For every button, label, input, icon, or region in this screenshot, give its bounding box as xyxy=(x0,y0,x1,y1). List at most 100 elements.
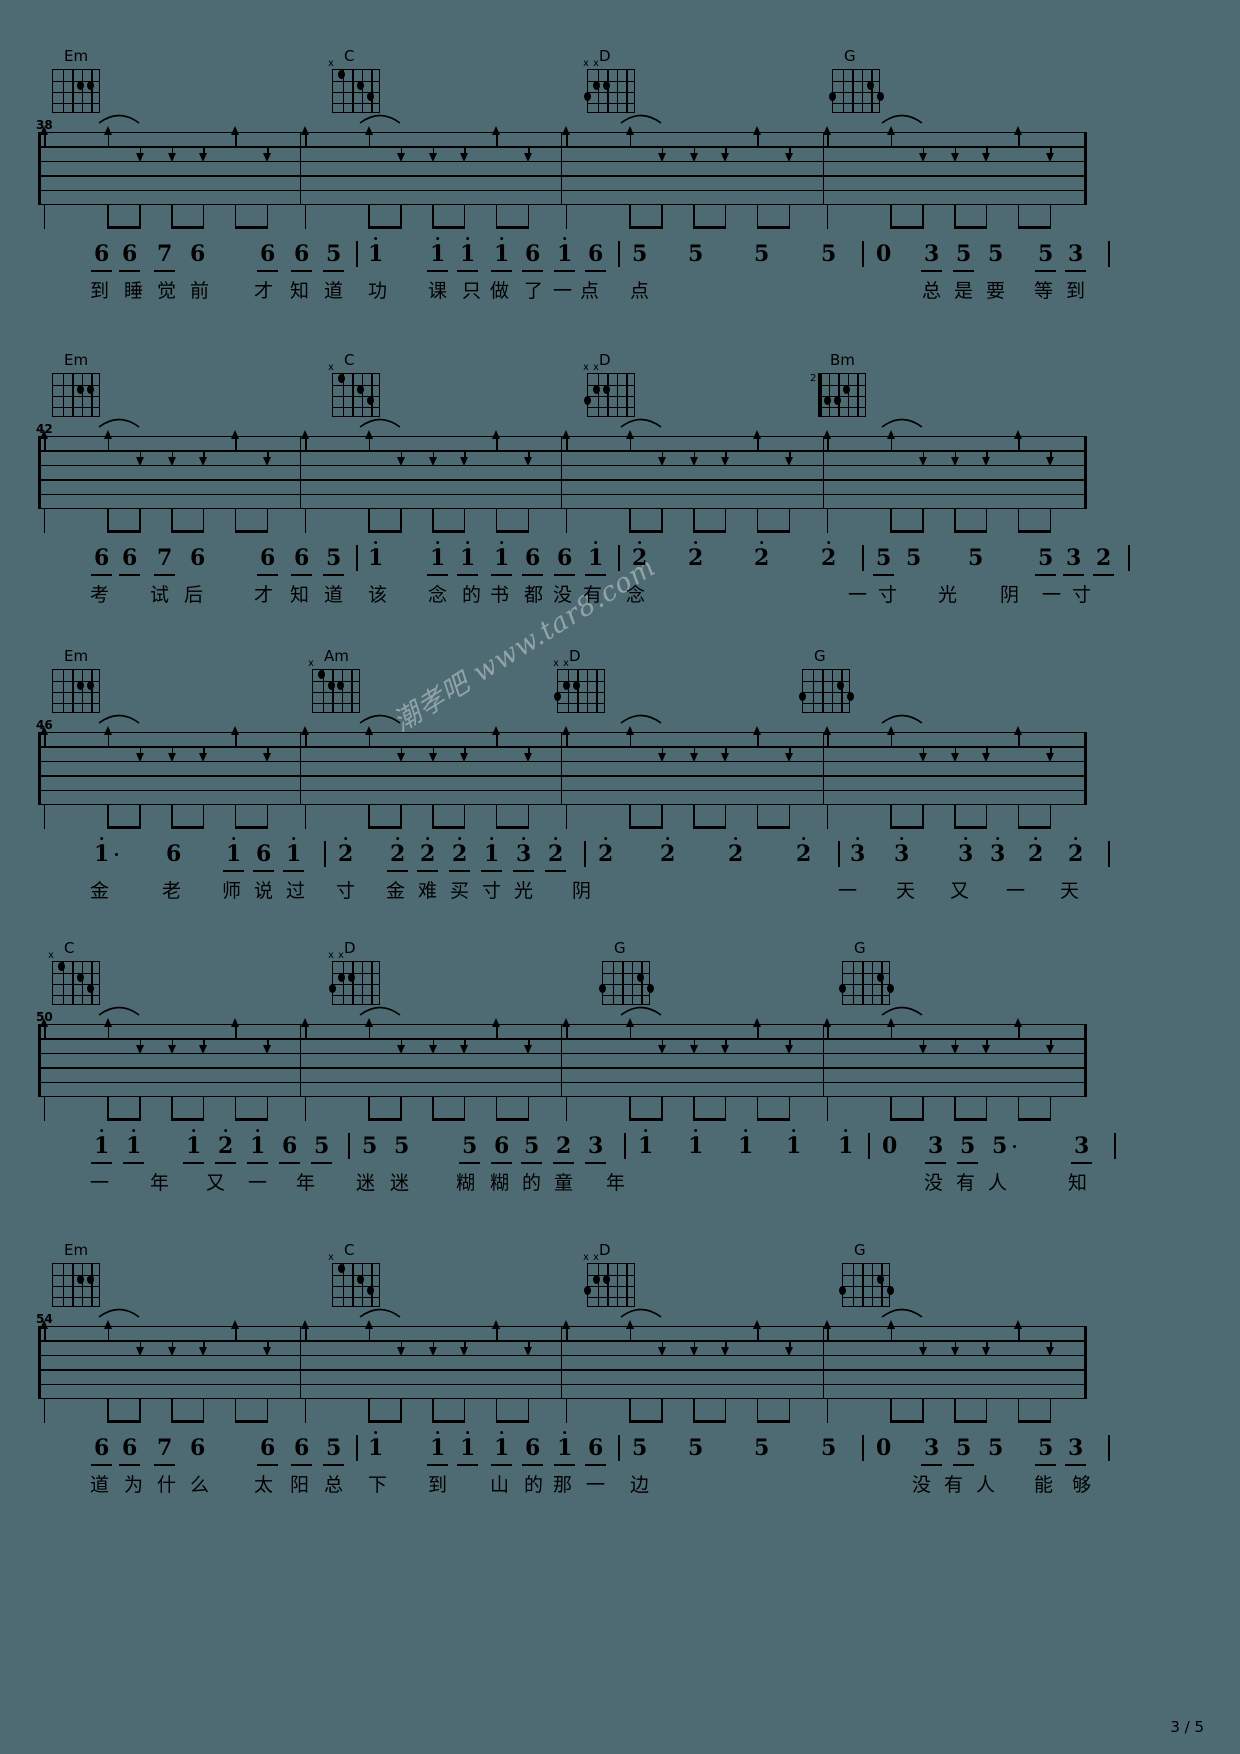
rhythm-beam xyxy=(890,530,924,534)
jianpu-note: 6 xyxy=(554,547,576,576)
rhythm-stem xyxy=(527,509,530,533)
chord-finger-dot xyxy=(86,385,94,394)
rhythm-beam xyxy=(890,1420,924,1424)
chord-finger-dot xyxy=(836,681,844,690)
chord-name: C xyxy=(344,47,355,65)
chord-finger-dot xyxy=(838,1286,846,1295)
chord-grid: x xyxy=(326,59,383,113)
jianpu-note: 2 · xyxy=(632,533,648,571)
chord-finger-dot xyxy=(602,1275,610,1284)
muted-string-mark: x xyxy=(338,950,344,961)
lyric-syllable: 老 xyxy=(162,880,182,902)
octave-dot: · xyxy=(842,1121,849,1140)
jianpu-row: 1 · 6 1 · 6 1 · 2 · 2 · 2 · 2 · 1 · 3 · 2 · 2 · 2 · 2 · 2 · 3 · 3 · 3 · 3 · 2 ·… xyxy=(0,829,1240,877)
lyric-syllable: 又 xyxy=(206,1172,226,1194)
octave-dot: · xyxy=(1072,829,1079,848)
duration-underline xyxy=(1065,1464,1087,1466)
strum-up-arrow xyxy=(103,1018,113,1040)
jianpu-note: 5 xyxy=(1035,243,1057,272)
strum-up-arrow xyxy=(823,126,832,148)
lyric-syllable: 到 xyxy=(90,280,110,302)
strum-up-arrow xyxy=(753,1320,762,1342)
rhythm-beam xyxy=(890,226,924,230)
strum-up-arrow xyxy=(492,1320,501,1342)
duration-underline xyxy=(449,870,471,872)
strum-up-arrow xyxy=(231,726,240,748)
strum-down-arrow xyxy=(721,746,730,762)
chord-grid xyxy=(836,957,894,1005)
strum-down-arrow xyxy=(982,146,991,162)
lyric-syllable: 的 xyxy=(524,1474,544,1496)
chord-grid xyxy=(46,369,103,417)
duration-underline xyxy=(283,870,305,872)
chord-name: D xyxy=(599,1241,611,1259)
lyrics-row: 一年又一年迷迷糊糊的童年没有人知 xyxy=(0,1169,1240,1203)
rhythm-stem xyxy=(43,1097,46,1121)
lyric-syllable: 边 xyxy=(630,1474,650,1496)
octave-dot: · xyxy=(636,533,643,552)
tab-staff xyxy=(38,714,1087,830)
duration-underline xyxy=(91,1162,113,1164)
strum-down-arrow xyxy=(167,146,177,162)
octave-dot: · xyxy=(898,829,905,848)
lyric-syllable: 能 xyxy=(1034,1474,1054,1496)
rhythm-beam xyxy=(693,226,726,230)
chord-finger-dot xyxy=(646,984,654,993)
lyric-syllable: 阴 xyxy=(1000,584,1020,606)
lyrics-row: 金老师说过寸金难买寸光阴一天又一天 xyxy=(0,877,1240,911)
tie-slur xyxy=(881,414,923,428)
lyric-syllable: 下 xyxy=(368,1474,388,1496)
jianpu-note: 6 xyxy=(119,547,141,576)
rhythm-stem xyxy=(43,509,46,533)
strum-down-arrow xyxy=(199,146,208,162)
jianpu-row: 6 6 7 6 6 6 5 1 · 1 · 1 · 1 · 6 1 · 6 5 5 5 5 0 3 5 5 5 3 xyxy=(0,1425,1240,1471)
lyric-syllable: 童 xyxy=(554,1172,574,1194)
lyric-syllable: 寸 xyxy=(878,584,898,606)
rhythm-beam xyxy=(171,1118,204,1122)
octave-dot: · xyxy=(372,229,379,248)
chord-grid xyxy=(796,665,854,713)
jianpu-barline xyxy=(862,545,864,571)
chord-finger-dot xyxy=(583,92,591,101)
jianpu-note: 5 xyxy=(821,1435,837,1461)
rhythm-stem xyxy=(527,1097,530,1121)
chord-diagram-em: Em xyxy=(46,352,103,417)
jianpu-note: 3 xyxy=(921,243,943,272)
rhythm-stem xyxy=(661,805,663,829)
rhythm-beam xyxy=(234,226,268,230)
octave-dot: · xyxy=(962,829,969,848)
lyric-syllable: 一 xyxy=(1042,584,1062,606)
duration-underline xyxy=(215,1162,237,1164)
duration-underline xyxy=(183,1162,205,1164)
strum-down-arrow xyxy=(524,1038,533,1054)
lyric-syllable: 只 xyxy=(462,280,482,302)
jianpu-barline xyxy=(868,1133,870,1159)
strum-down-arrow xyxy=(199,450,208,466)
jianpu-note: 1 · xyxy=(427,535,449,576)
octave-dot: · xyxy=(342,829,349,848)
jianpu-note: 3 · xyxy=(513,831,535,872)
jianpu-note: 2 · xyxy=(215,1123,237,1164)
rhythm-stem xyxy=(826,509,829,533)
strum-down-arrow xyxy=(721,1038,730,1054)
music-system-46: Em Am x Dx x G 46 1 · 6 1 · 6 1 · 2 · 2 · 2 · 2 · 1 · 3 · 2 · 2 · 2 · 2 · 2… xyxy=(0,648,1240,911)
rhythm-stem xyxy=(1049,1399,1052,1423)
octave-dot: · xyxy=(372,533,379,552)
duration-underline xyxy=(585,270,607,272)
strum-up-arrow xyxy=(886,126,896,148)
rhythm-stem xyxy=(661,509,663,533)
strum-down-arrow xyxy=(428,746,438,762)
strum-down-arrow xyxy=(460,1038,469,1054)
music-system-42: Em Cx Dx x Bm 2 42 6 6 7 6 6 6 5 1 · 1 · 1 · 1 · 6 6 1 · 2 · 2 · 2 · 2 · 5… xyxy=(0,352,1240,615)
duration-underline xyxy=(257,1464,279,1466)
duration-underline xyxy=(323,574,345,576)
rhythm-stem xyxy=(985,205,988,229)
jianpu-note: 3 xyxy=(1065,243,1087,272)
rhythm-beam xyxy=(954,1420,987,1424)
octave-dot: · xyxy=(498,533,505,552)
chord-grid: x xyxy=(306,659,363,713)
duration-underline xyxy=(154,574,176,576)
jianpu-barline xyxy=(624,1133,626,1159)
strum-down-arrow xyxy=(982,1340,991,1356)
rhythm-beam xyxy=(954,1118,987,1122)
